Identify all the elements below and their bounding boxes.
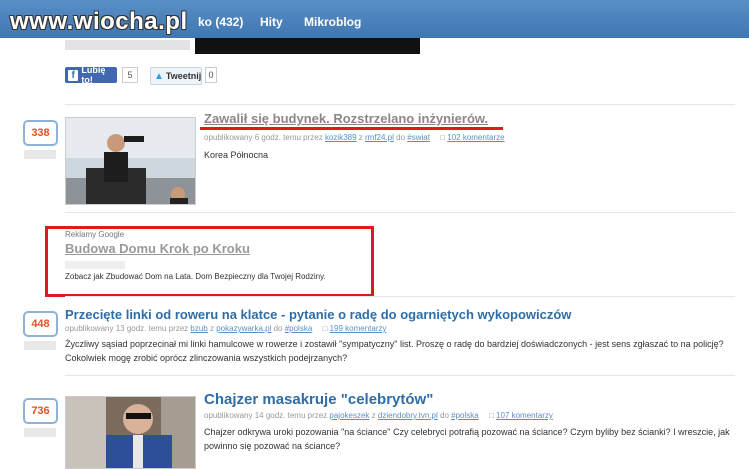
post-description: Chajzer odkrywa uroki pozowania "na ścia… [204, 427, 730, 451]
post-meta: opublikowany 13 godz. temu przez bzub z … [65, 324, 387, 333]
source-link[interactable]: pokazywarka.pl [216, 324, 271, 333]
author-link[interactable]: pajokeszek [329, 411, 369, 420]
comments-link[interactable]: 107 komentarzy [496, 411, 553, 420]
source-link[interactable]: dziendobry.tvn.pl [378, 411, 438, 420]
source-link[interactable]: rmf24.pl [365, 133, 394, 142]
meta-in: do [271, 324, 285, 333]
vote-counter[interactable]: 338 [23, 120, 58, 146]
ad-text: Zobacz jak Zbudować Dom na Lata. Dom Bez… [65, 272, 326, 281]
ad-title-link[interactable]: Budowa Domu Krok po Kroku [65, 241, 250, 256]
like-label: Lubię to! [81, 65, 106, 85]
highlight-underline [200, 127, 503, 130]
site-logo[interactable]: www.wiocha.pl [10, 8, 188, 36]
like-count: 5 [122, 67, 138, 83]
tweet-label: Tweetnij [165, 71, 202, 81]
post-meta: opublikowany 6 godz. temu przez kozik389… [204, 133, 505, 142]
vote-label [24, 150, 56, 159]
post-description: Korea Północna [204, 150, 269, 160]
vote-label [24, 341, 56, 350]
vote-label [24, 428, 56, 437]
divider [65, 296, 735, 297]
post-title-link[interactable]: Przecięte linki od roweru na klatce - py… [65, 307, 571, 322]
comment-icon: □ [322, 324, 328, 333]
author-link[interactable]: bzub [190, 324, 207, 333]
comments-link[interactable]: 199 komentarzy [330, 324, 387, 333]
meta-from: z [369, 411, 378, 420]
meta-published: opublikowany 6 godz. temu przez [204, 133, 325, 142]
post-description: Życzliwy sąsiad poprzecinał mi linki ham… [65, 339, 724, 363]
post-meta: opublikowany 14 godz. temu przez pajokes… [204, 411, 553, 420]
nav-item-hity[interactable]: Hity [260, 15, 283, 29]
category-link[interactable]: #swiat [407, 133, 430, 142]
comment-icon: □ [440, 133, 446, 142]
thumbnail-image [66, 118, 195, 204]
meta-in: do [437, 411, 452, 420]
category-link[interactable]: #polska [451, 411, 479, 420]
post-thumbnail[interactable] [65, 396, 196, 469]
ad-label: Reklamy Google [65, 230, 125, 239]
thumbnail-image [66, 397, 195, 468]
divider [65, 375, 735, 376]
meta-in: do [393, 133, 408, 142]
blurred-text [65, 40, 190, 50]
category-link[interactable]: #polska [285, 324, 313, 333]
post-thumbnail[interactable] [65, 117, 196, 205]
comment-icon: □ [488, 411, 494, 420]
blurred-text [65, 261, 125, 269]
facebook-icon: f [68, 69, 79, 81]
post-title-link[interactable]: Zawalił się budynek. Rozstrzelano inżyni… [204, 111, 488, 126]
meta-published: opublikowany 13 godz. temu przez [65, 324, 191, 333]
top-navigation-bar: www.wiocha.pl ko (432) Hity Mikroblog [0, 0, 749, 38]
twitter-bird-icon: ▲ [154, 70, 164, 82]
meta-from: z [207, 324, 217, 333]
redacted-bar [195, 38, 420, 54]
tweet-count: 0 [205, 67, 217, 83]
meta-from: z [356, 133, 365, 142]
facebook-like-button[interactable]: f Lubię to! [65, 65, 117, 85]
post-title-link[interactable]: Chajzer masakruje "celebrytów" [204, 391, 433, 408]
nav-item-mikroblog[interactable]: Mikroblog [304, 15, 361, 29]
vote-counter[interactable]: 448 [23, 311, 58, 337]
meta-published: opublikowany 14 godz. temu przez [204, 411, 330, 420]
divider [65, 104, 735, 105]
author-link[interactable]: kozik389 [325, 133, 357, 142]
divider [65, 212, 735, 213]
tweet-button[interactable]: ▲ Tweetnij [150, 67, 202, 85]
nav-item-main[interactable]: ko (432) [198, 15, 243, 29]
comments-link[interactable]: 102 komentarze [447, 133, 504, 142]
vote-counter[interactable]: 736 [23, 398, 58, 424]
